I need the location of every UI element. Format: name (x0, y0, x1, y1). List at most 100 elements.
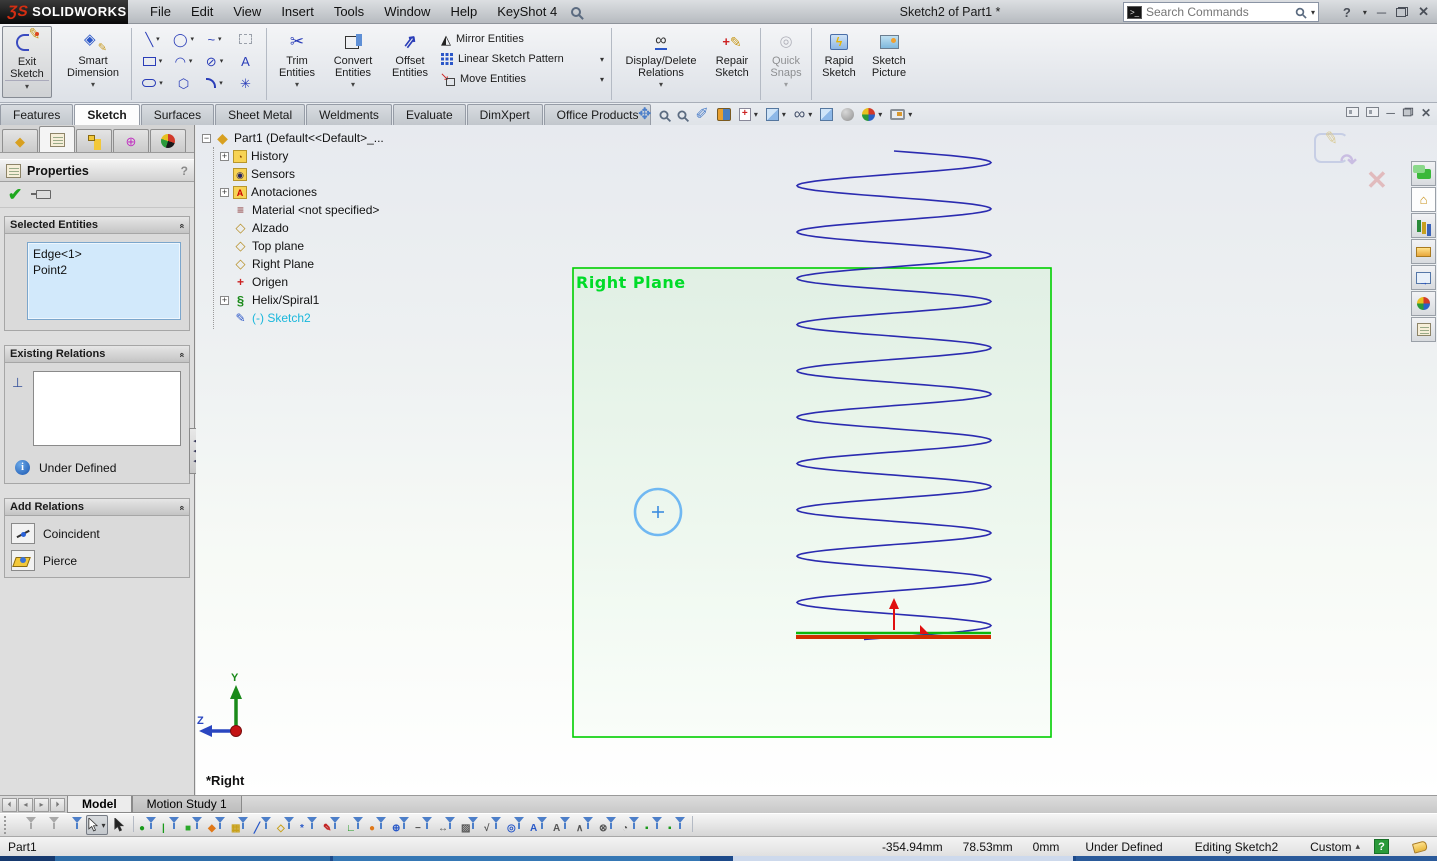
quick-snaps-button[interactable]: ◎ Quick Snaps ▾ (764, 26, 808, 98)
menu-window[interactable]: Window (374, 1, 440, 22)
line-tool[interactable]: ╲▾ (137, 28, 168, 50)
featuremanager-tab[interactable]: ◆ (2, 129, 38, 152)
rewind-tab-button[interactable]: ⏴ (2, 798, 17, 812)
menu-file[interactable]: File (140, 1, 181, 22)
dimxpertmanager-tab[interactable]: ⊕ (113, 129, 149, 152)
rectangle-tool[interactable]: ▾ (137, 50, 168, 72)
tree-item-material[interactable]: ≡ Material <not specified> (220, 201, 462, 219)
section-view-button[interactable] (715, 107, 733, 122)
filter-datums-button[interactable]: A (551, 815, 574, 835)
filter-weld-symbols-button[interactable]: ∧ (574, 815, 597, 835)
pane-split-1-button[interactable] (1346, 106, 1359, 120)
filter-centerlines-button[interactable]: − (413, 815, 436, 835)
selected-entity-item[interactable]: Point2 (33, 262, 175, 278)
clear-filters-button[interactable] (40, 815, 63, 835)
linear-sketch-pattern-button[interactable]: Linear Sketch Pattern ▾ (438, 49, 608, 69)
existing-relations-list[interactable] (33, 371, 181, 446)
zoom-to-fit-button[interactable]: ✥ (636, 106, 653, 124)
tab-surfaces[interactable]: Surfaces (141, 104, 214, 125)
view-palette-tab-button[interactable] (1411, 265, 1436, 290)
mirror-entities-button[interactable]: ◭ Mirror Entities (438, 29, 608, 49)
view-selector-button[interactable]: ▾ (737, 107, 760, 122)
tree-item-anotaciones[interactable]: + A Anotaciones (220, 183, 462, 201)
menu-edit[interactable]: Edit (181, 1, 223, 22)
polygon-tool[interactable]: ⬡ (168, 72, 199, 94)
filter-connection-points-button[interactable]: ▪ (666, 815, 689, 835)
tree-item-right-plane[interactable]: ◇ Right Plane (220, 255, 462, 273)
filter-stack-button[interactable] (63, 815, 86, 835)
model-tab[interactable]: Model (67, 796, 132, 813)
filter-toggle-button[interactable] (17, 815, 40, 835)
doc-minimize-button[interactable]: ─ (1386, 106, 1395, 120)
resources-tab-button[interactable]: ⌂ (1411, 187, 1436, 212)
circle-tool[interactable]: ◯▾ (168, 28, 199, 50)
filter-edges-button[interactable]: | (160, 815, 183, 835)
slot-tool[interactable]: ▾ (137, 72, 168, 94)
filter-hatches-button[interactable]: ▨ (459, 815, 482, 835)
tab-sheet-metal[interactable]: Sheet Metal (215, 104, 305, 125)
ok-button[interactable]: ✔ (8, 185, 22, 205)
doc-restore-button[interactable] (1402, 106, 1414, 120)
trim-entities-button[interactable]: ✂ Trim Entities ▾ (270, 26, 324, 98)
filter-surface-bodies-button[interactable]: ◆ (206, 815, 229, 835)
close-button[interactable]: ✕ (1414, 4, 1433, 20)
tab-weldments[interactable]: Weldments (306, 104, 392, 125)
quick-snaps-dropdown[interactable]: ▾ (766, 79, 806, 92)
displaymanager-tab[interactable] (150, 129, 186, 152)
filter-solid-bodies-button[interactable]: ▦ (229, 815, 252, 835)
point-tool[interactable]: ✳ (230, 72, 261, 94)
quick-tips-button[interactable]: ? (1374, 839, 1389, 854)
filter-sketch-segments-button[interactable]: ∟ (344, 815, 367, 835)
minimize-button[interactable]: ─ (1373, 5, 1390, 20)
shadows-button[interactable] (818, 107, 835, 122)
tree-item-sensors[interactable]: ◉ Sensors (220, 165, 462, 183)
filter-axes-button[interactable]: ╱ (252, 815, 275, 835)
confirmation-corner[interactable]: ✎ ↷ ✕ (1314, 133, 1404, 203)
tree-item-top-plane[interactable]: ◇ Top plane (220, 237, 462, 255)
filter-planes-button[interactable]: ◇ (275, 815, 298, 835)
collapse-chevron-icon[interactable]: « (177, 352, 187, 355)
right-plane-face[interactable] (573, 268, 1051, 737)
tab-dimxpert[interactable]: DimXpert (467, 104, 543, 125)
help-button[interactable]: ? (1339, 5, 1355, 20)
convert-entities-button[interactable]: Convert Entities ▾ (324, 26, 382, 98)
selected-entities-header[interactable]: Selected Entities « (5, 217, 189, 234)
filter-sketches-button[interactable]: ✎ (321, 815, 344, 835)
fillet-tool[interactable]: ▾ (199, 72, 230, 94)
filter-faces-button[interactable]: ■ (183, 815, 206, 835)
tree-item-origen[interactable]: + Origen (220, 273, 462, 291)
end-tab-button[interactable]: ⏵ (50, 798, 65, 812)
comments-tab-button[interactable] (1411, 161, 1436, 186)
collapse-chevron-icon[interactable]: « (177, 505, 187, 508)
filter-datum-targets-button[interactable]: ⊗ (597, 815, 620, 835)
menu-insert[interactable]: Insert (271, 1, 324, 22)
move-entities-button[interactable]: Move Entities ▾ (438, 69, 608, 89)
smart-dimension-button[interactable]: ◈✎ Smart Dimension ▾ (58, 26, 128, 98)
offset-entities-button[interactable]: ⇗ Offset Entities (382, 26, 438, 98)
menu-keyshot[interactable]: KeyShot 4 (487, 1, 567, 22)
configurationmanager-tab[interactable] (76, 129, 112, 152)
file-explorer-tab-button[interactable] (1411, 239, 1436, 264)
tag-icon[interactable] (1412, 840, 1428, 853)
previous-view-button[interactable] (675, 109, 689, 121)
restore-button[interactable] (1396, 7, 1408, 17)
pin-button[interactable] (36, 190, 51, 199)
view-orientation-button[interactable]: ✐ (693, 106, 710, 124)
appearances-tab-button[interactable] (1411, 291, 1436, 316)
expand-box[interactable]: + (220, 296, 229, 305)
collapse-chevron-icon[interactable]: « (177, 223, 187, 226)
add-relations-header[interactable]: Add Relations « (5, 499, 189, 516)
doc-close-button[interactable]: ✕ (1421, 106, 1431, 120)
spline-tool[interactable]: ~▾ (199, 28, 230, 50)
menu-tools[interactable]: Tools (324, 1, 374, 22)
select-tool-button[interactable]: ▾ (86, 815, 108, 835)
pane-split-2-button[interactable] (1366, 106, 1379, 120)
menu-help[interactable]: Help (440, 1, 487, 22)
filter-center-marks-button[interactable]: ⊕ (390, 815, 413, 835)
prev-tab-button[interactable]: ◂ (18, 798, 33, 812)
tree-item-sketch2[interactable]: ✎ (-) Sketch2 (220, 309, 462, 327)
hide-show-items-button[interactable]: ∞▾ (792, 106, 814, 124)
rapid-sketch-button[interactable]: ϟ Rapid Sketch (815, 26, 863, 98)
collapse-box[interactable]: − (202, 134, 211, 143)
configuration-dropdown-icon[interactable]: ▴ (1355, 841, 1374, 852)
